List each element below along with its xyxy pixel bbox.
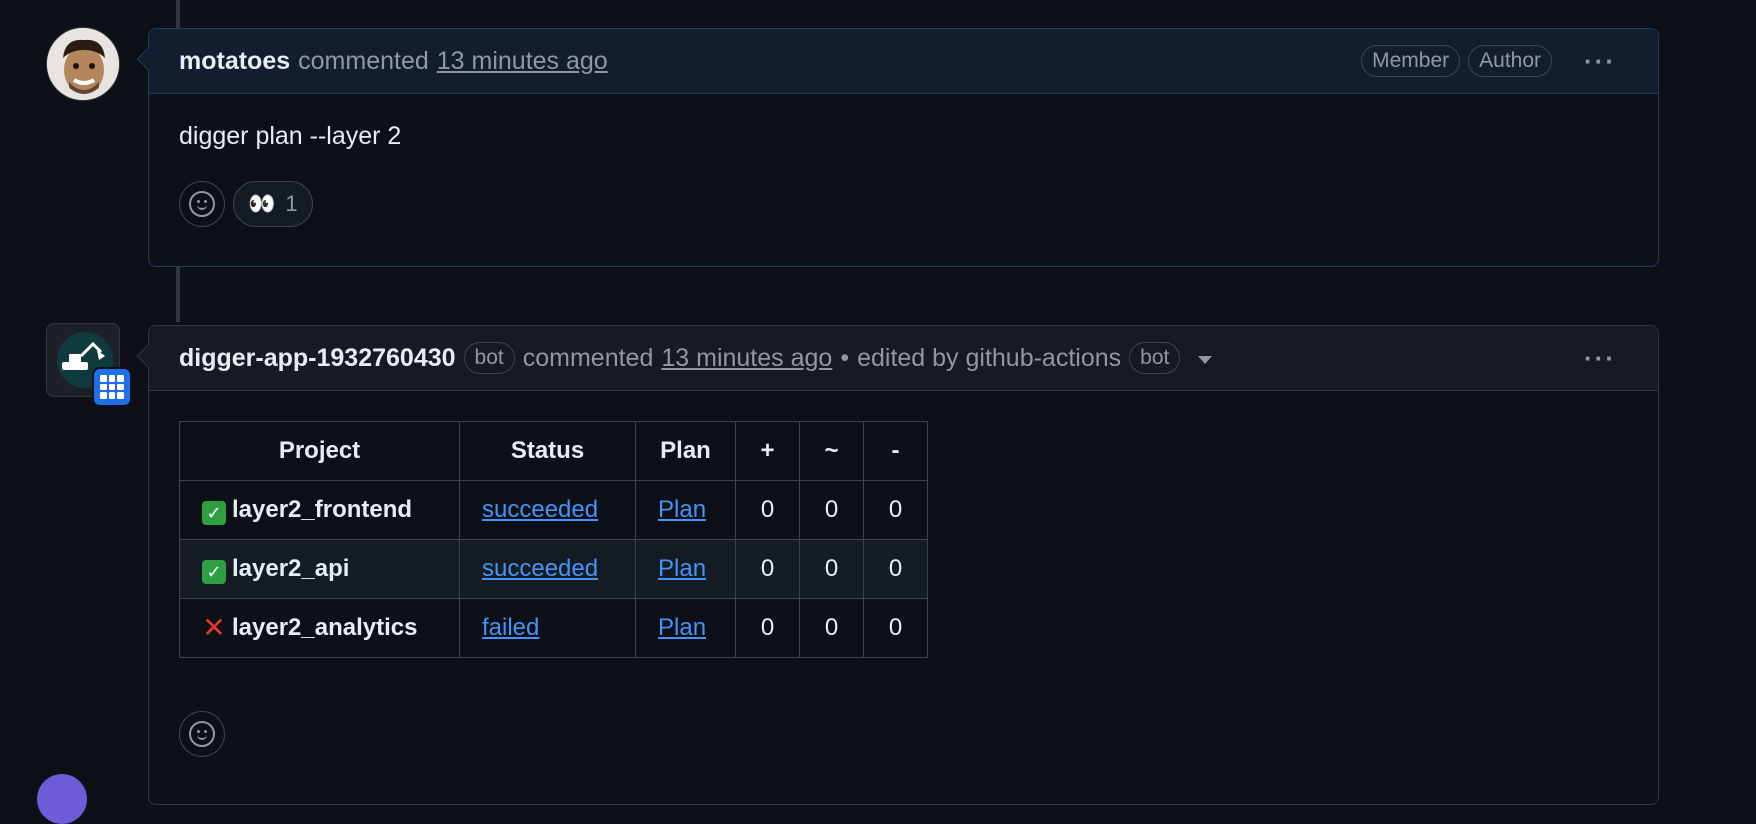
comment-motatoes: motatoes commented 13 minutes ago Member… xyxy=(136,28,1659,267)
comment-action: commented xyxy=(298,46,429,75)
kebab-horizontal-icon[interactable]: ··· xyxy=(1572,343,1628,374)
comment-timestamp[interactable]: 13 minutes ago xyxy=(661,344,832,373)
add-reaction-button[interactable] xyxy=(179,181,225,227)
smiley-icon xyxy=(189,721,215,747)
edited-by-text[interactable]: edited by github-actions xyxy=(857,344,1121,373)
add-count: 0 xyxy=(735,480,800,540)
comment-text: digger plan --layer 2 xyxy=(179,122,402,150)
reaction-count: 1 xyxy=(285,191,298,216)
member-badge: Member xyxy=(1361,45,1461,77)
user-avatar-image xyxy=(47,28,119,100)
plan-cell: Plan xyxy=(635,539,736,599)
plan-results-table: Project Status Plan + ~ - ✓ layer2_fronte… xyxy=(179,421,928,658)
column-header-change: ~ xyxy=(799,421,864,481)
project-cell: ✓ layer2_api xyxy=(179,539,460,599)
status-cell: succeeded xyxy=(459,539,636,599)
add-reaction-button[interactable] xyxy=(179,711,225,757)
status-link[interactable]: failed xyxy=(482,614,539,641)
header-right: ··· xyxy=(1560,343,1628,374)
comment-digger-app: digger-app-1932760430 bot commented 13 m… xyxy=(136,325,1659,805)
change-count: 0 xyxy=(799,598,864,658)
destroy-count: 0 xyxy=(863,598,928,658)
plan-cell: Plan xyxy=(635,480,736,540)
check-icon: ✓ xyxy=(202,500,226,525)
bot-avatar[interactable] xyxy=(46,323,132,407)
smiley-icon xyxy=(189,191,215,217)
plan-cell: Plan xyxy=(635,598,736,658)
column-header-add: + xyxy=(735,421,800,481)
check-icon: ✓ xyxy=(202,559,226,584)
comment-header: motatoes commented 13 minutes ago Member… xyxy=(149,29,1658,94)
chevron-down-icon[interactable] xyxy=(1198,356,1213,364)
status-cell: failed xyxy=(459,598,636,658)
project-name: layer2_api xyxy=(232,554,350,582)
project-cell: ✓ layer2_frontend xyxy=(179,480,460,540)
column-header-plan: Plan xyxy=(635,421,736,481)
app-badge-icon xyxy=(92,367,132,407)
status-cell: succeeded xyxy=(459,480,636,540)
table-row: ✓ layer2_api succeeded Plan 0 0 0 xyxy=(179,539,928,599)
comment-timestamp[interactable]: 13 minutes ago xyxy=(437,47,608,76)
bot-badge: bot xyxy=(463,342,515,374)
destroy-count: 0 xyxy=(863,539,928,599)
comment-body: digger plan --layer 2 👀 1 xyxy=(149,94,1658,255)
destroy-count: 0 xyxy=(863,480,928,540)
comment-author[interactable]: digger-app-1932760430 xyxy=(179,344,456,373)
column-header-destroy: - xyxy=(863,421,928,481)
table-header-row: Project Status Plan + ~ - xyxy=(179,421,928,481)
column-header-status: Status xyxy=(459,421,636,481)
eyes-reaction-button[interactable]: 👀 1 xyxy=(233,181,313,227)
add-count: 0 xyxy=(735,598,800,658)
table-row: ✓ layer2_frontend succeeded Plan 0 0 0 xyxy=(179,480,928,540)
separator-bullet: • xyxy=(840,343,850,372)
status-link[interactable]: succeeded xyxy=(482,496,598,523)
author-badge: Author xyxy=(1468,45,1553,77)
project-cell: ✕ layer2_analytics xyxy=(179,598,460,658)
comment-body: Project Status Plan + ~ - ✓ layer2_fronte… xyxy=(149,391,1658,686)
kebab-horizontal-icon[interactable]: ··· xyxy=(1572,46,1628,77)
next-comment-avatar[interactable] xyxy=(37,774,87,824)
plan-link[interactable]: Plan xyxy=(658,614,706,641)
project-name: layer2_analytics xyxy=(232,614,418,641)
status-link[interactable]: succeeded xyxy=(482,555,598,582)
table-row: ✕ layer2_analytics failed Plan 0 0 0 xyxy=(179,598,928,658)
eyes-icon: 👀 xyxy=(248,191,276,216)
reactions-bar: 👀 1 xyxy=(179,181,1628,227)
add-count: 0 xyxy=(735,539,800,599)
change-count: 0 xyxy=(799,539,864,599)
header-right: Member Author ··· xyxy=(1361,45,1628,77)
edited-bot-badge: bot xyxy=(1129,342,1181,374)
cross-icon: ✕ xyxy=(202,612,226,643)
comment-author[interactable]: motatoes xyxy=(179,47,290,76)
comment-header: digger-app-1932760430 bot commented 13 m… xyxy=(149,326,1658,391)
project-name: layer2_frontend xyxy=(232,495,413,523)
user-avatar[interactable] xyxy=(46,27,120,101)
column-header-project: Project xyxy=(179,421,460,481)
plan-link[interactable]: Plan xyxy=(658,555,706,582)
comment-action: commented xyxy=(522,343,654,372)
change-count: 0 xyxy=(799,480,864,540)
plan-link[interactable]: Plan xyxy=(658,496,706,523)
